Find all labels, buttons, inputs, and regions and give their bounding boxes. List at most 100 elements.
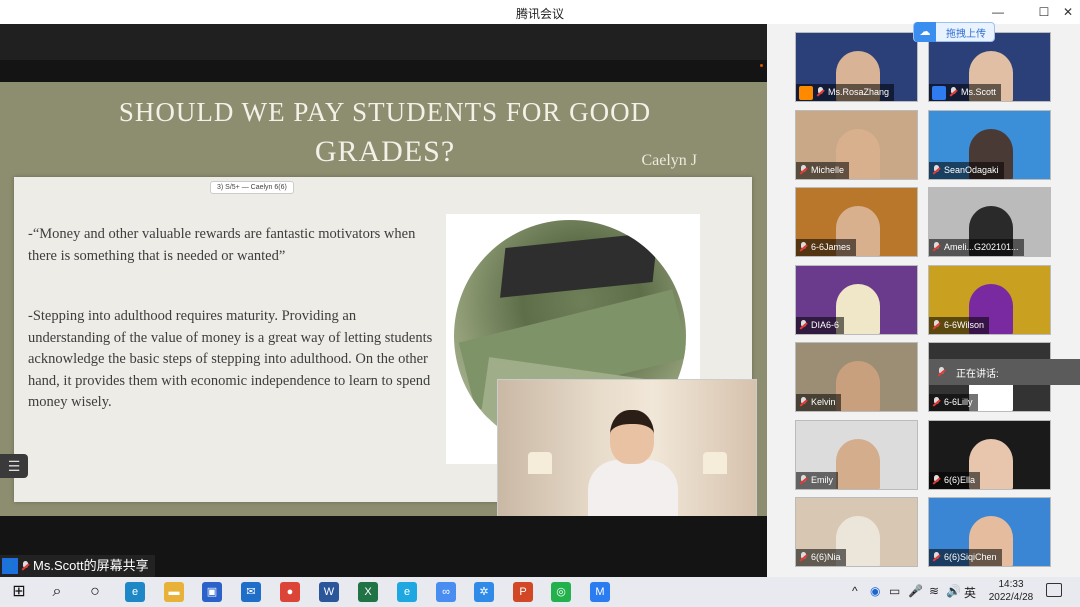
participant-name: 6-6James [811, 242, 851, 252]
file-explorer-icon[interactable]: ▬ [164, 582, 184, 602]
participant-tile[interactable]: DIA6-6 [795, 264, 918, 335]
muted-mic-icon [816, 87, 825, 98]
drag-upload-button[interactable]: ☁ 拖拽上传 [913, 22, 995, 42]
slide-author: Caelyn J [641, 152, 697, 169]
presenter-body [588, 460, 678, 516]
presenter-video[interactable] [497, 379, 757, 516]
participant-tile[interactable]: Ameli...G202101... [928, 187, 1051, 257]
presentation-slide: SHOULD WE PAY STUDENTS FOR GOOD GRADES? … [0, 82, 767, 516]
system-clock[interactable]: 14:33 2022/4/28 [980, 578, 1042, 604]
participant-name-bar: 6-6Wilson [929, 316, 990, 334]
baidu-netdisk-icon[interactable]: ∞ [436, 582, 456, 602]
clock-date: 2022/4/28 [988, 592, 1034, 603]
annotation-tag: 3) S/5+ — Caelyn 6(6) [210, 181, 294, 194]
muted-mic-icon [932, 552, 941, 563]
mail-icon[interactable]: ✉ [241, 582, 261, 602]
muted-mic-icon [932, 164, 941, 176]
participant-name: 6(6)Ella [944, 474, 976, 485]
excel-icon[interactable]: X [358, 582, 378, 602]
participant-tile[interactable]: 6(6)SiqiChen [928, 497, 1051, 567]
muted-mic-icon [799, 164, 808, 176]
list-menu-icon[interactable]: ☰ [0, 454, 28, 478]
screen-share-area: SHOULD WE PAY STUDENTS FOR GOOD GRADES? … [0, 24, 767, 577]
participant-name: Emily [811, 474, 833, 485]
cloud-upload-icon: ☁ [914, 22, 936, 42]
ie-icon[interactable]: e [397, 582, 417, 602]
participant-name-bar: Michelle [796, 161, 850, 179]
muted-mic-icon [21, 560, 30, 572]
presenter-person [588, 410, 678, 516]
presenter-head [610, 410, 654, 464]
participant-name-bar: 6-6Lilly [929, 394, 978, 411]
title-bar: 腾讯会议 — ☐ ✕ [0, 0, 1080, 24]
host-badge-icon [932, 85, 946, 100]
participant-tile[interactable]: 6-6Wilson [928, 264, 1051, 335]
participant-name-bar: DIA6-6 [796, 316, 845, 334]
participant-tile[interactable]: Ms.Scott [928, 32, 1051, 102]
chrome-icon[interactable]: ● [280, 582, 300, 602]
powerpoint-icon[interactable]: P [513, 582, 533, 602]
participant-tile[interactable]: 6(6)Nia [795, 497, 918, 567]
bullet-point-1: -“Money and other valuable rewards are f… [28, 226, 416, 264]
recording-indicator [760, 64, 763, 67]
lamp-graphic [703, 452, 727, 474]
participant-name-bar: Ms.RosaZhang [796, 84, 895, 101]
edge-icon[interactable]: e [125, 582, 145, 602]
user-icon: 👤 [2, 558, 18, 574]
screen-share-label: 👤 Ms.Scott的屏幕共享 [0, 555, 155, 577]
participant-tile[interactable]: SeanOdagaki [928, 109, 1051, 180]
participant-tile[interactable]: Kelvin [795, 342, 918, 412]
graduation-cap-graphic [500, 232, 658, 298]
chevron-up-icon[interactable]: ^ [852, 584, 858, 598]
word-icon[interactable]: W [319, 582, 339, 602]
vpn-icon[interactable]: ◉ [870, 584, 880, 598]
muted-mic-icon [799, 552, 808, 563]
wifi-icon[interactable]: ≋ [929, 584, 939, 598]
tencent-meeting-icon[interactable]: M [590, 582, 610, 602]
muted-mic-icon [932, 397, 941, 408]
participant-name: SeanOdagaki [944, 164, 999, 175]
wechat-icon[interactable]: ◎ [551, 582, 571, 602]
windows-taskbar: ⊞ ⌕ ○ e ▬ ▣ ✉ ● W Xe ∞ ✲ P ◎ M ^ ◉ ▭ 🎤 ≋ 🔊 英 14:33 202… [0, 577, 1080, 607]
muted-mic-icon [799, 242, 808, 253]
muted-mic-icon [949, 87, 958, 98]
store-icon[interactable]: ▣ [202, 582, 222, 602]
microphone-icon[interactable]: 🎤 [908, 584, 923, 598]
participant-name: DIA6-6 [811, 319, 840, 330]
participant-tile[interactable]: Ms.RosaZhang [795, 32, 918, 102]
muted-mic-icon [932, 474, 941, 486]
muted-mic-icon [799, 474, 808, 486]
drag-upload-label: 拖拽上传 [946, 28, 986, 40]
participant-name-bar: 6(6)SiqiChen [929, 549, 1002, 566]
ime-indicator[interactable]: 英 [964, 584, 976, 601]
participant-video [836, 438, 880, 489]
notification-icon[interactable] [1046, 583, 1062, 597]
muted-mic-icon [799, 397, 808, 408]
volume-icon[interactable]: 🔊 [946, 584, 961, 598]
minimize-button[interactable]: — [986, 3, 1010, 21]
participant-tile[interactable]: Michelle [795, 109, 918, 180]
search-icon[interactable]: ⌕ [47, 582, 67, 602]
host-badge-icon [799, 85, 813, 100]
muted-mic-icon [799, 319, 808, 331]
speaking-label: 正在讲话: [956, 368, 999, 380]
bullet-point-2: -Stepping into adulthood requires maturi… [28, 308, 433, 410]
close-button[interactable]: ✕ [1056, 3, 1080, 21]
task-view-icon[interactable]: ○ [85, 582, 105, 602]
tencent-video-icon[interactable]: ✲ [474, 582, 494, 602]
lamp-graphic [528, 452, 552, 474]
battery-icon[interactable]: ▭ [889, 584, 900, 598]
participant-name: Ms.RosaZhang [828, 87, 890, 97]
participant-tile[interactable]: 6(6)Ella [928, 419, 1051, 490]
participant-name-bar: SeanOdagaki [929, 161, 1004, 179]
slide-title-line2: GRADES? [314, 135, 456, 168]
participant-tile[interactable]: 6-6James [795, 187, 918, 257]
participant-name: 6(6)Nia [811, 552, 841, 562]
maximize-button[interactable]: ☐ [1032, 3, 1056, 21]
windows-start-icon[interactable]: ⊞ [9, 582, 29, 602]
participant-name-bar: Ms.Scott [929, 84, 1002, 101]
participant-tile[interactable]: Emily [795, 419, 918, 490]
participant-name: Kelvin [811, 397, 836, 407]
participant-name-bar: 6(6)Nia [796, 549, 846, 566]
participant-name: 6-6Lilly [944, 397, 973, 407]
